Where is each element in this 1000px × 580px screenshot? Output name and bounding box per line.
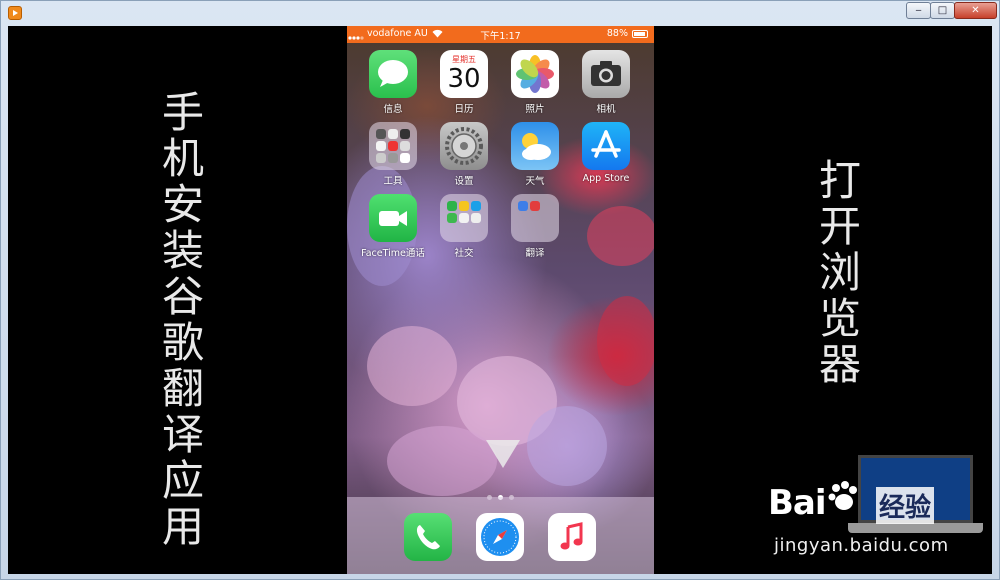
maximize-button[interactable]: □ [930, 2, 955, 19]
caption-char: 机 [161, 134, 204, 183]
calendar-icon: 星期五 30 [440, 50, 488, 98]
baidu-paw-icon [827, 479, 861, 513]
folder-icon [440, 194, 488, 242]
watermark-url: jingyan.baidu.com [774, 535, 949, 556]
folder-social[interactable]: 社交 [431, 194, 497, 259]
wallpaper-petal [587, 206, 654, 266]
folder-icon [369, 122, 417, 170]
right-caption: 打 开 浏 览 器 [815, 158, 865, 388]
app-facetime[interactable]: FaceTime通话 [360, 194, 426, 259]
caption-char: 歌 [161, 318, 204, 367]
swipe-down-arrow-icon [486, 440, 520, 468]
app-camera[interactable]: 相机 [573, 50, 639, 115]
folder-icon [511, 194, 559, 242]
app-settings[interactable]: 设置 [431, 122, 497, 187]
app-store-icon [582, 122, 630, 170]
weather-icon [511, 122, 559, 170]
wallpaper-petal [367, 326, 457, 406]
safari-app-icon[interactable] [476, 513, 524, 561]
watermark-brand-cn: 经验 [876, 487, 935, 524]
title-bar[interactable]: ‒ □ ✕ [1, 1, 999, 25]
caption-char: 译 [161, 410, 204, 459]
facetime-icon [369, 194, 417, 242]
app-label: 翻译 [525, 248, 545, 259]
dock [347, 497, 654, 574]
caption-char: 手 [161, 88, 204, 137]
watermark-brand: Bai [768, 483, 827, 523]
app-label: 信息 [383, 104, 403, 115]
music-app-icon[interactable] [548, 513, 596, 561]
camera-icon [582, 50, 630, 98]
wallpaper-petal [597, 296, 654, 386]
caption-char: 装 [161, 226, 204, 275]
phone-screen: vodafone AU 下午1:17 88% 信息 星期五 30 日历 照片 相… [347, 26, 654, 574]
app-window: ‒ □ ✕ 手 机 安 装 谷 歌 翻 译 应 用 打 开 浏 览 器 voda… [0, 0, 1000, 580]
settings-gear-icon [440, 122, 488, 170]
app-label: FaceTime通话 [361, 248, 425, 259]
app-label: 照片 [525, 104, 545, 115]
app-calendar[interactable]: 星期五 30 日历 [431, 50, 497, 115]
app-photos[interactable]: 照片 [502, 50, 568, 115]
caption-char: 览 [818, 294, 861, 343]
app-label: 日历 [454, 104, 474, 115]
wallpaper-petal [527, 406, 607, 486]
caption-char: 应 [161, 456, 204, 505]
app-label: 天气 [525, 176, 545, 187]
caption-char: 谷 [161, 272, 204, 321]
app-label: 社交 [454, 248, 474, 259]
photos-icon [511, 50, 559, 98]
media-player-icon [8, 6, 22, 20]
caption-char: 浏 [818, 248, 861, 297]
caption-char: 翻 [161, 364, 204, 413]
app-weather[interactable]: 天气 [502, 122, 568, 187]
caption-char: 安 [161, 180, 204, 229]
battery-percent: 88% [606, 28, 628, 39]
app-messages[interactable]: 信息 [360, 50, 426, 115]
calendar-day: 30 [447, 64, 481, 94]
messages-icon [369, 50, 417, 98]
laptop-base-graphic [848, 523, 983, 533]
close-button[interactable]: ✕ [954, 2, 997, 19]
caption-char: 用 [161, 502, 204, 551]
app-label: 相机 [596, 104, 616, 115]
app-label: 工具 [383, 176, 403, 187]
app-label: 设置 [454, 176, 474, 187]
folder-translate[interactable]: 翻译 [502, 194, 568, 259]
app-label: App Store [582, 173, 630, 184]
status-bar: vodafone AU 下午1:17 88% [347, 26, 654, 43]
caption-char: 开 [818, 202, 861, 251]
battery-icon [632, 30, 648, 38]
left-caption: 手 机 安 装 谷 歌 翻 译 应 用 [158, 90, 208, 550]
caption-char: 器 [818, 340, 861, 389]
app-store[interactable]: App Store [573, 122, 639, 184]
folder-tools[interactable]: 工具 [360, 122, 426, 187]
phone-app-icon[interactable] [404, 513, 452, 561]
baidu-jingyan-watermark: Bai 经验 jingyan.baidu.com [758, 451, 990, 561]
caption-char: 打 [818, 156, 861, 205]
minimize-button[interactable]: ‒ [906, 2, 931, 19]
